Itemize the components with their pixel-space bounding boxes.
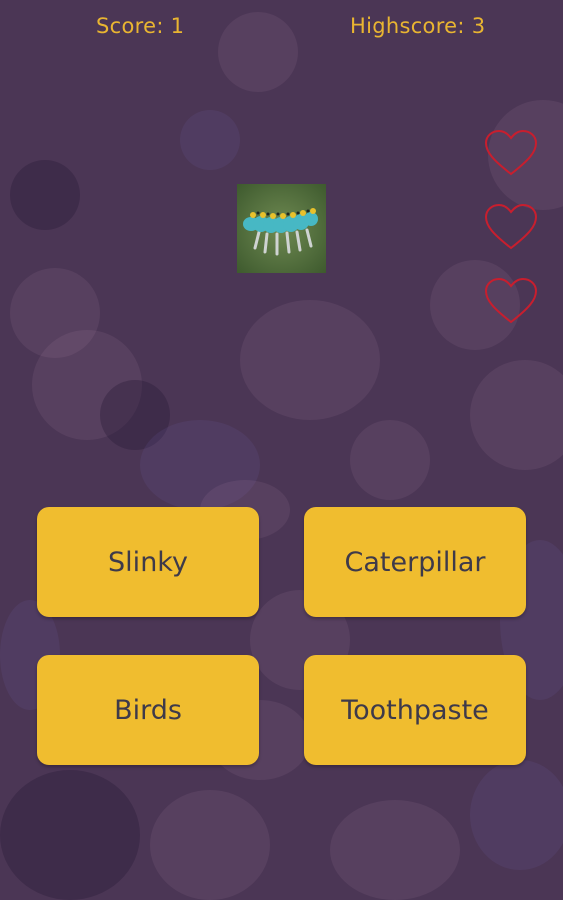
caterpillar-photo (237, 184, 326, 273)
answer-button-1[interactable]: Slinky (37, 507, 259, 617)
highscore-label: Highscore: 3 (350, 14, 486, 38)
heart-outline-icon (484, 129, 538, 176)
lives-indicator (483, 128, 541, 350)
heart-outline-icon (484, 203, 538, 250)
answer-button-4[interactable]: Toothpaste (304, 655, 526, 765)
score-label: Score: 1 (96, 14, 185, 38)
answer-button-3[interactable]: Birds (37, 655, 259, 765)
heart-outline-icon (484, 277, 538, 324)
answer-button-2[interactable]: Caterpillar (304, 507, 526, 617)
question-image (237, 184, 326, 273)
